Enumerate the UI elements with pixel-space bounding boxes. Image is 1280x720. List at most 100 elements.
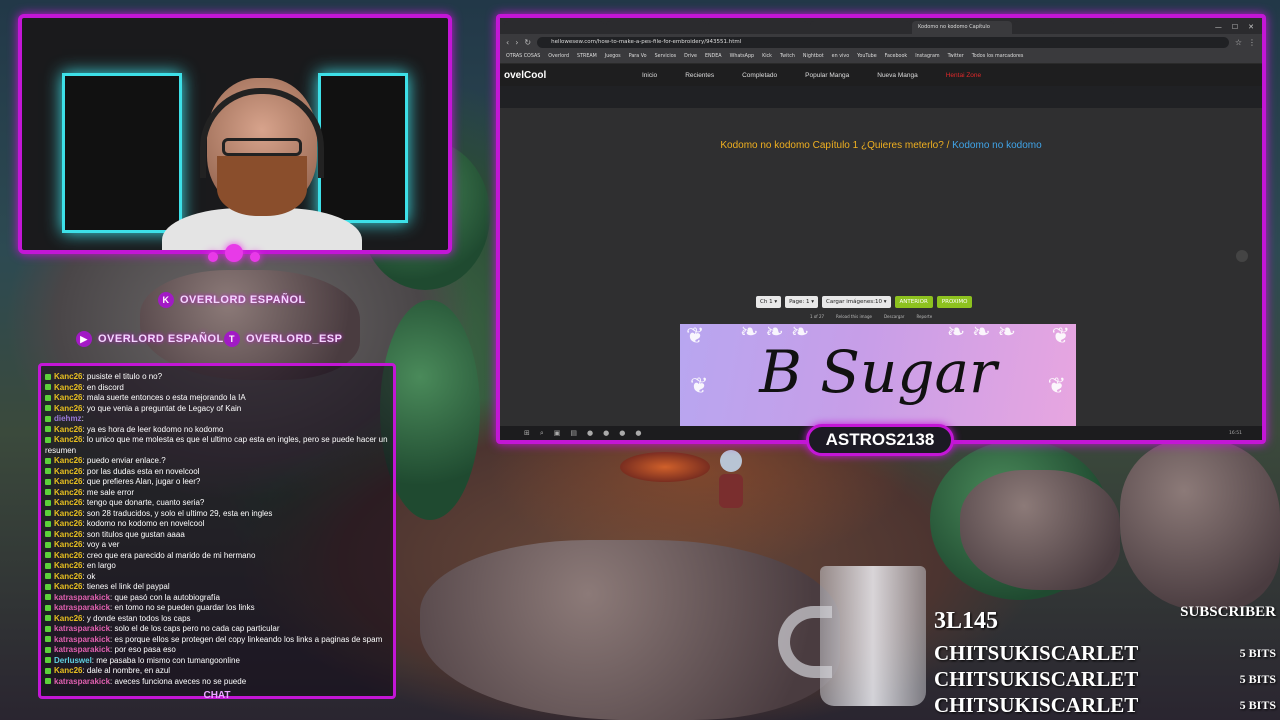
chapter-select[interactable]: Ch 1 ▾ — [756, 296, 782, 308]
bookmark-item[interactable]: Todos los marcadores — [972, 54, 1024, 59]
kick-badge-icon — [45, 405, 51, 412]
chat-username[interactable]: Kanc26 — [54, 456, 82, 465]
kick-badge-icon — [45, 415, 51, 422]
chat-username[interactable]: Kanc26 — [54, 561, 82, 570]
nav-inicio[interactable]: Inicio — [642, 72, 657, 79]
chat-username[interactable]: Kanc26 — [54, 509, 82, 518]
chat-username[interactable]: Kanc26 — [54, 519, 82, 528]
twitch-icon: T — [224, 331, 240, 347]
bookmark-item[interactable]: Juegos — [605, 54, 621, 59]
download-link[interactable]: Descargar — [884, 314, 904, 319]
bookmark-item[interactable]: en vivo — [832, 54, 849, 59]
maximize-icon[interactable]: ☐ — [1232, 20, 1238, 34]
nav-popular-manga[interactable]: Popular Manga — [805, 72, 849, 79]
reload-icon[interactable]: ↻ — [524, 38, 531, 47]
chat-username[interactable]: Kanc26 — [54, 467, 82, 476]
chat-username[interactable]: katrasparakick — [54, 645, 110, 654]
chat-username[interactable]: Kanc26 — [54, 372, 82, 381]
app-icon[interactable]: ● — [603, 429, 609, 437]
taskview-icon[interactable]: ▣ — [554, 429, 561, 437]
alerts-panel: SUBSCRIBER 3L145 CHITSUKISCARLET 5 BITS … — [930, 602, 1280, 720]
address-bar[interactable]: hellowesew.com/how-to-make-a-pes-file-fo… — [537, 36, 1229, 48]
bits-user: CHITSUKISCARLET — [934, 640, 1139, 665]
close-icon[interactable]: ✕ — [1248, 20, 1254, 34]
bookmark-item[interactable]: Para Vo — [629, 54, 647, 59]
chat-username[interactable]: Kanc26 — [54, 488, 82, 497]
browser-tab[interactable] — [504, 21, 604, 34]
chat-username[interactable]: Kanc26 — [54, 477, 82, 486]
menu-icon[interactable]: ⋮ — [1248, 38, 1256, 47]
app-icon[interactable]: ● — [587, 429, 593, 437]
star-icon[interactable]: ☆ — [1235, 38, 1242, 47]
browser-tab[interactable] — [606, 21, 706, 34]
browser-window: Kodomo no kodomo Capítulo — ☐ ✕ ‹ › ↻ he… — [496, 14, 1266, 444]
chat-username[interactable]: Kanc26 — [54, 383, 82, 392]
page-select[interactable]: Page: 1 ▾ — [785, 296, 819, 308]
browser-tab[interactable]: Kodomo no kodomo Capítulo — [912, 21, 1012, 34]
bookmark-item[interactable]: Overlord — [548, 54, 569, 59]
bookmark-item[interactable]: YouTube — [857, 54, 877, 59]
chat-username[interactable]: Kanc26 — [54, 551, 82, 560]
chat-username[interactable]: katrasparakick — [54, 624, 110, 633]
bits-amount: 5 BITS — [1239, 697, 1276, 712]
forward-icon[interactable]: › — [515, 38, 518, 47]
site-logo[interactable]: ovelCool — [504, 70, 642, 81]
report-link[interactable]: Reporte — [916, 314, 932, 319]
series-link[interactable]: Kodomo no kodomo — [952, 140, 1042, 151]
browser-tab[interactable] — [810, 21, 910, 34]
app-icon[interactable]: ● — [619, 429, 625, 437]
bookmark-item[interactable]: Drive — [684, 54, 697, 59]
browser-tab[interactable] — [708, 21, 808, 34]
chat-username[interactable]: Kanc26 — [54, 498, 82, 507]
chat-username[interactable]: Kanc26 — [54, 614, 82, 623]
nav-completado[interactable]: Completado — [742, 72, 777, 79]
chat-username[interactable]: Kanc26 — [54, 404, 82, 413]
prev-chapter-button[interactable]: ANTERIOR — [894, 296, 933, 308]
chat-username[interactable]: Kanc26 — [54, 572, 82, 581]
bits-amount: 5 BITS — [1239, 645, 1276, 660]
chat-username[interactable]: katrasparakick — [54, 603, 110, 612]
bookmark-item[interactable]: Kick — [762, 54, 772, 59]
folder-icon[interactable]: ▤ — [570, 429, 577, 437]
chat-username[interactable]: katrasparakick — [54, 635, 110, 644]
bookmark-item[interactable]: Nightbot — [803, 54, 824, 59]
chat-username[interactable]: Kanc26 — [54, 666, 82, 675]
search-icon[interactable]: ⌕ — [540, 429, 544, 438]
bookmark-item[interactable]: Twitch — [780, 54, 795, 59]
app-icon[interactable]: ● — [635, 429, 641, 437]
chat-username[interactable]: Derluswel — [54, 656, 92, 665]
load-images-select[interactable]: Cargar imágenes:10 ▾ — [822, 296, 891, 308]
next-chapter-button[interactable]: PROXIMO — [936, 296, 973, 308]
chat-username[interactable]: Kanc26 — [54, 540, 82, 549]
bookmark-item[interactable]: OTRAS COSAS — [506, 54, 540, 59]
start-icon[interactable]: ⊞ — [524, 429, 530, 437]
bookmark-item[interactable]: WhatsApp — [730, 54, 754, 59]
bookmark-item[interactable]: Instagram — [915, 54, 939, 59]
chat-username[interactable]: Kanc26 — [54, 393, 82, 402]
chat-username[interactable]: Kanc26 — [54, 530, 82, 539]
chat-username[interactable]: diehmz — [54, 414, 82, 423]
chat-username[interactable]: Kanc26 — [54, 425, 82, 434]
chat-text: tienes el link del paypal — [86, 582, 170, 591]
chat-username[interactable]: katrasparakick — [54, 677, 110, 686]
bookmark-item[interactable]: Twitter — [948, 54, 964, 59]
scroll-top-button[interactable] — [1236, 250, 1248, 262]
kick-badge-icon — [45, 604, 51, 611]
nav-nueva-manga[interactable]: Nueva Manga — [877, 72, 917, 79]
minimize-icon[interactable]: — — [1215, 20, 1222, 34]
nav-hentai-zone[interactable]: Hentai Zone — [946, 72, 981, 79]
chat-username[interactable]: Kanc26 — [54, 582, 82, 591]
kick-badge-icon — [45, 573, 51, 580]
bookmark-item[interactable]: ENDEA — [705, 54, 722, 59]
bookmark-item[interactable]: Facebook — [885, 54, 908, 59]
reload-image-link[interactable]: Reload this image — [836, 314, 872, 319]
chat-username[interactable]: Kanc26 — [54, 435, 82, 444]
browser-tab[interactable] — [1014, 21, 1114, 34]
bookmark-item[interactable]: Servicios — [655, 54, 677, 59]
back-icon[interactable]: ‹ — [506, 38, 509, 47]
chat-username[interactable]: katrasparakick — [54, 593, 110, 602]
bookmark-item[interactable]: STREAM — [577, 54, 597, 59]
nav-recientes[interactable]: Recientes — [685, 72, 714, 79]
cover-title: B Sugar — [759, 338, 997, 406]
chat-text: aveces funciona aveces no se puede — [114, 676, 247, 686]
